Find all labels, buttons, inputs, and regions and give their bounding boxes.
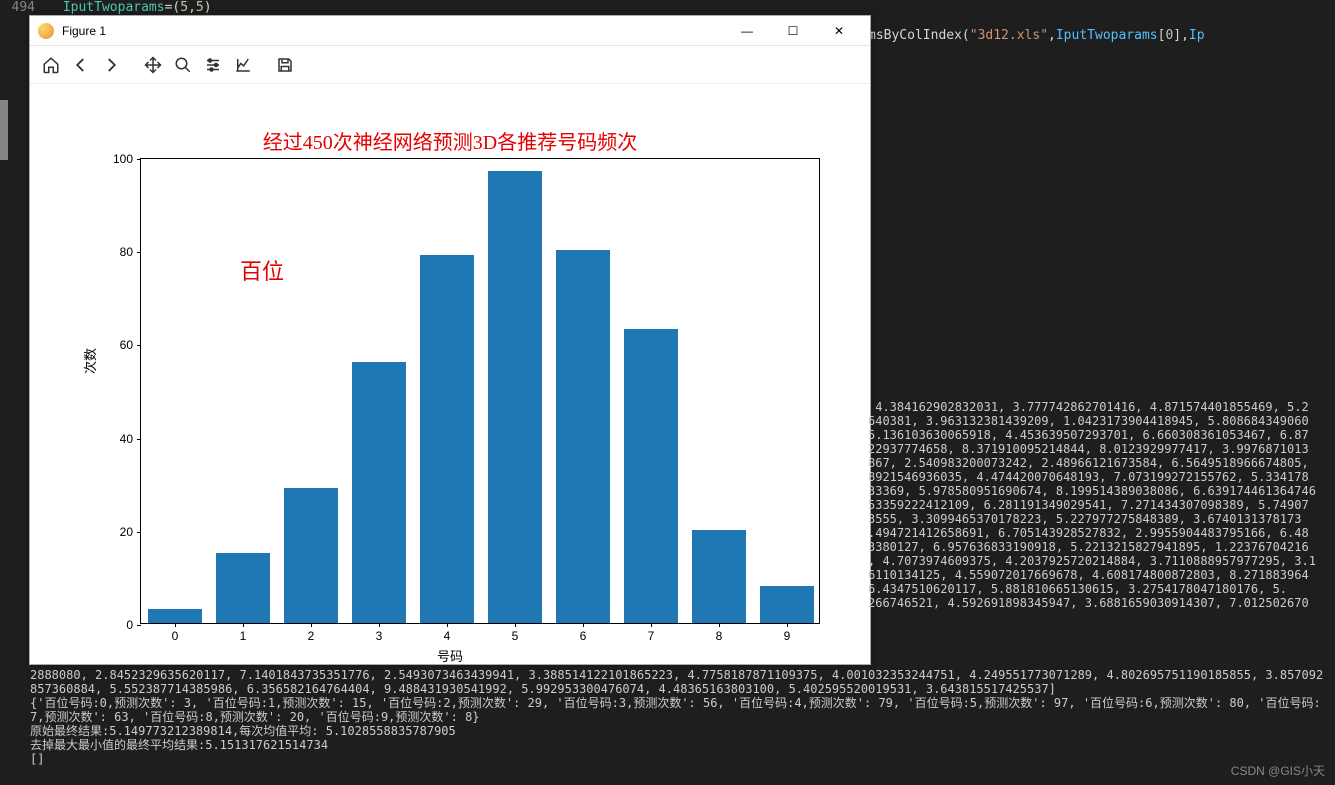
configure-button[interactable] (200, 52, 226, 78)
bar (420, 255, 473, 623)
console-output-bottom: 2888080, 2.8452329635620117, 7.140184373… (30, 668, 1325, 766)
back-button[interactable] (68, 52, 94, 78)
maximize-button[interactable]: ☐ (770, 16, 816, 46)
home-button[interactable] (38, 52, 64, 78)
chart-title: 经过450次神经网络预测3D各推荐号码频次 (30, 126, 870, 155)
x-axis-label: 号码 (30, 646, 870, 665)
bar (488, 171, 541, 623)
bar (216, 553, 269, 623)
close-button[interactable]: ✕ (816, 16, 862, 46)
window-title: Figure 1 (62, 24, 724, 38)
forward-button[interactable] (98, 52, 124, 78)
zoom-button[interactable] (170, 52, 196, 78)
plot-canvas[interactable]: 经过450次神经网络预测3D各推荐号码频次 百位 次数 号码 020406080… (30, 84, 870, 664)
y-axis-label: 次数 (80, 348, 99, 374)
bar (352, 362, 405, 623)
editor-gutter-mark (0, 100, 8, 160)
bar (760, 586, 813, 623)
figure-toolbar (30, 46, 870, 84)
console-output-side: 4.384162902832031, 3.777742862701416, 4.… (868, 400, 1335, 610)
line-number: 494 (0, 0, 55, 15)
save-button[interactable] (272, 52, 298, 78)
pan-button[interactable] (140, 52, 166, 78)
bar (284, 488, 337, 623)
chart-axes: 0204060801000123456789 (140, 158, 820, 624)
edit-axes-button[interactable] (230, 52, 256, 78)
window-titlebar[interactable]: Figure 1 — ☐ ✕ (30, 16, 870, 46)
bar (692, 530, 745, 623)
app-icon (38, 23, 54, 39)
minimize-button[interactable]: — (724, 16, 770, 46)
bar (556, 250, 609, 623)
bar (148, 609, 201, 623)
watermark: CSDN @GIS小天 (1231, 762, 1325, 779)
bar (624, 329, 677, 623)
editor-line: 494 IputTwoparams=(5,5) (0, 0, 1335, 15)
figure-window: Figure 1 — ☐ ✕ (29, 15, 871, 665)
editor-overflow-line: msByColIndex("3d12.xls",IputTwoparams[0]… (868, 28, 1335, 43)
